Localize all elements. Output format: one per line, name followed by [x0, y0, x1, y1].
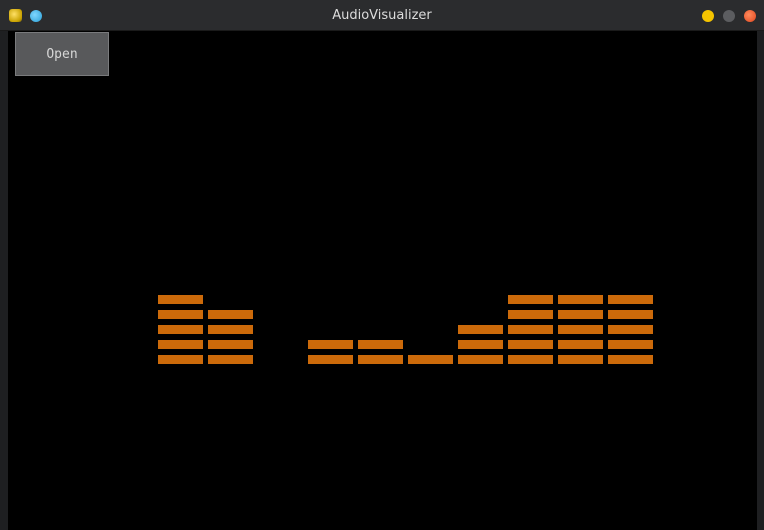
bar-segment-7-2: [508, 325, 553, 334]
bar-segment-1-0: [208, 355, 253, 364]
bar-segment-8-0: [558, 355, 603, 364]
bar-segment-5-0: [408, 355, 453, 364]
bar-segment-4-0: [358, 355, 403, 364]
minimize-icon[interactable]: [702, 10, 714, 22]
bar-segment-9-0: [608, 355, 653, 364]
bar-segment-0-4: [158, 295, 203, 304]
bar-segment-1-1: [208, 340, 253, 349]
bar-segment-0-3: [158, 310, 203, 319]
spectrum-visualizer: [158, 295, 653, 364]
visualizer-canvas: Open: [8, 31, 757, 530]
bar-segment-8-3: [558, 310, 603, 319]
bar-segment-7-3: [508, 310, 553, 319]
bar-segment-9-1: [608, 340, 653, 349]
bar-segment-6-0: [458, 355, 503, 364]
bar-segment-0-0: [158, 355, 203, 364]
bar-segment-4-1: [358, 340, 403, 349]
bar-segment-9-3: [608, 310, 653, 319]
close-icon[interactable]: [744, 10, 756, 22]
bar-segment-6-2: [458, 325, 503, 334]
app-window: AudioVisualizer Open: [0, 0, 764, 530]
bar-segment-3-0: [308, 355, 353, 364]
bar-segment-1-3: [208, 310, 253, 319]
bar-segment-9-4: [608, 295, 653, 304]
bar-segment-8-2: [558, 325, 603, 334]
bar-segment-8-4: [558, 295, 603, 304]
window-border-left: [0, 31, 8, 530]
window-title: AudioVisualizer: [332, 8, 432, 23]
maximize-icon[interactable]: [723, 10, 735, 22]
bar-segment-8-1: [558, 340, 603, 349]
window-border-right: [757, 31, 764, 530]
bar-segment-3-1: [308, 340, 353, 349]
bar-segment-0-2: [158, 325, 203, 334]
bar-segment-0-1: [158, 340, 203, 349]
bar-segment-9-2: [608, 325, 653, 334]
titlebar[interactable]: AudioVisualizer: [0, 0, 764, 31]
bar-segment-7-1: [508, 340, 553, 349]
bar-segment-6-1: [458, 340, 503, 349]
bar-segment-7-4: [508, 295, 553, 304]
bar-segment-7-0: [508, 355, 553, 364]
bar-segment-1-2: [208, 325, 253, 334]
